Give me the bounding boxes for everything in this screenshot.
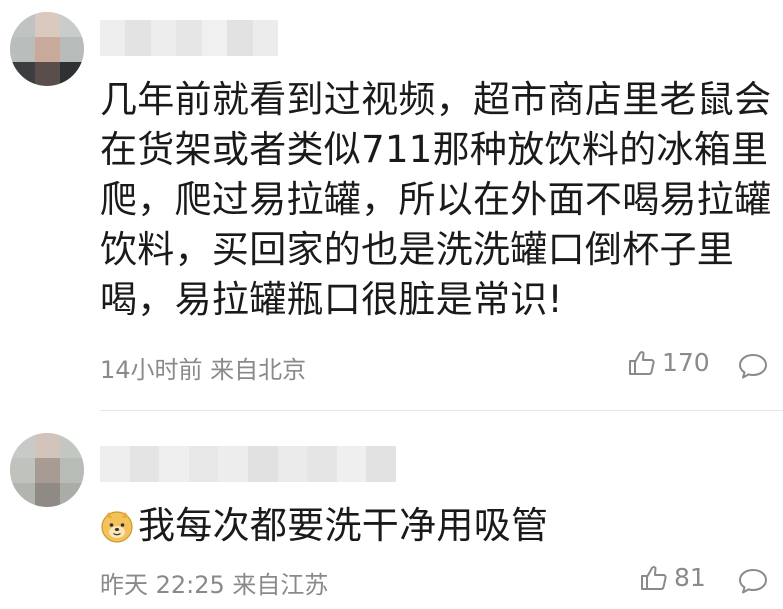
comment-item: 几年前就看到过视频，超市商店里老鼠会 在货架或者类似711那种放饮料的冰箱里 爬… xyxy=(0,0,783,410)
comment-line: 我每次都要洗干净用吸管 xyxy=(138,504,549,547)
like-button[interactable]: 81 xyxy=(640,563,706,592)
thumbs-up-icon xyxy=(641,565,667,590)
username-blurred[interactable] xyxy=(100,446,396,482)
like-count: 81 xyxy=(674,563,706,592)
comment-meta: 14小时前 来自北京 xyxy=(100,356,307,384)
comment-line: 喝，易拉罐瓶口很脏是常识! xyxy=(100,278,563,321)
like-button[interactable]: 170 xyxy=(628,348,710,377)
doge-emoji xyxy=(101,511,133,543)
comment-text: 几年前就看到过视频，超市商店里老鼠会 在货架或者类似711那种放饮料的冰箱里 爬… xyxy=(100,75,780,325)
comment-text: 我每次都要洗干净用吸管 xyxy=(100,501,760,551)
comment-line: 爬，爬过易拉罐，所以在外面不喝易拉罐 xyxy=(100,178,772,221)
user-avatar[interactable] xyxy=(10,12,84,86)
comment-bubble-icon[interactable] xyxy=(738,567,768,595)
comment-bubble-icon[interactable] xyxy=(738,352,768,380)
comment-thread: 几年前就看到过视频，超市商店里老鼠会 在货架或者类似711那种放饮料的冰箱里 爬… xyxy=(0,0,783,609)
comment-meta: 昨天 22:25 来自江苏 xyxy=(100,571,329,599)
thumbs-up-icon xyxy=(629,350,655,375)
comment-line: 几年前就看到过视频，超市商店里老鼠会 xyxy=(100,78,772,121)
comment-line: 饮料，买回家的也是洗洗罐口倒杯子里 xyxy=(100,228,735,271)
username-blurred[interactable] xyxy=(100,20,278,56)
comment-line: 在货架或者类似711那种放饮料的冰箱里 xyxy=(100,128,769,171)
comment-item: 我每次都要洗干净用吸管 昨天 22:25 来自江苏 81 xyxy=(0,411,783,609)
like-count: 170 xyxy=(662,348,710,377)
user-avatar[interactable] xyxy=(10,433,84,507)
